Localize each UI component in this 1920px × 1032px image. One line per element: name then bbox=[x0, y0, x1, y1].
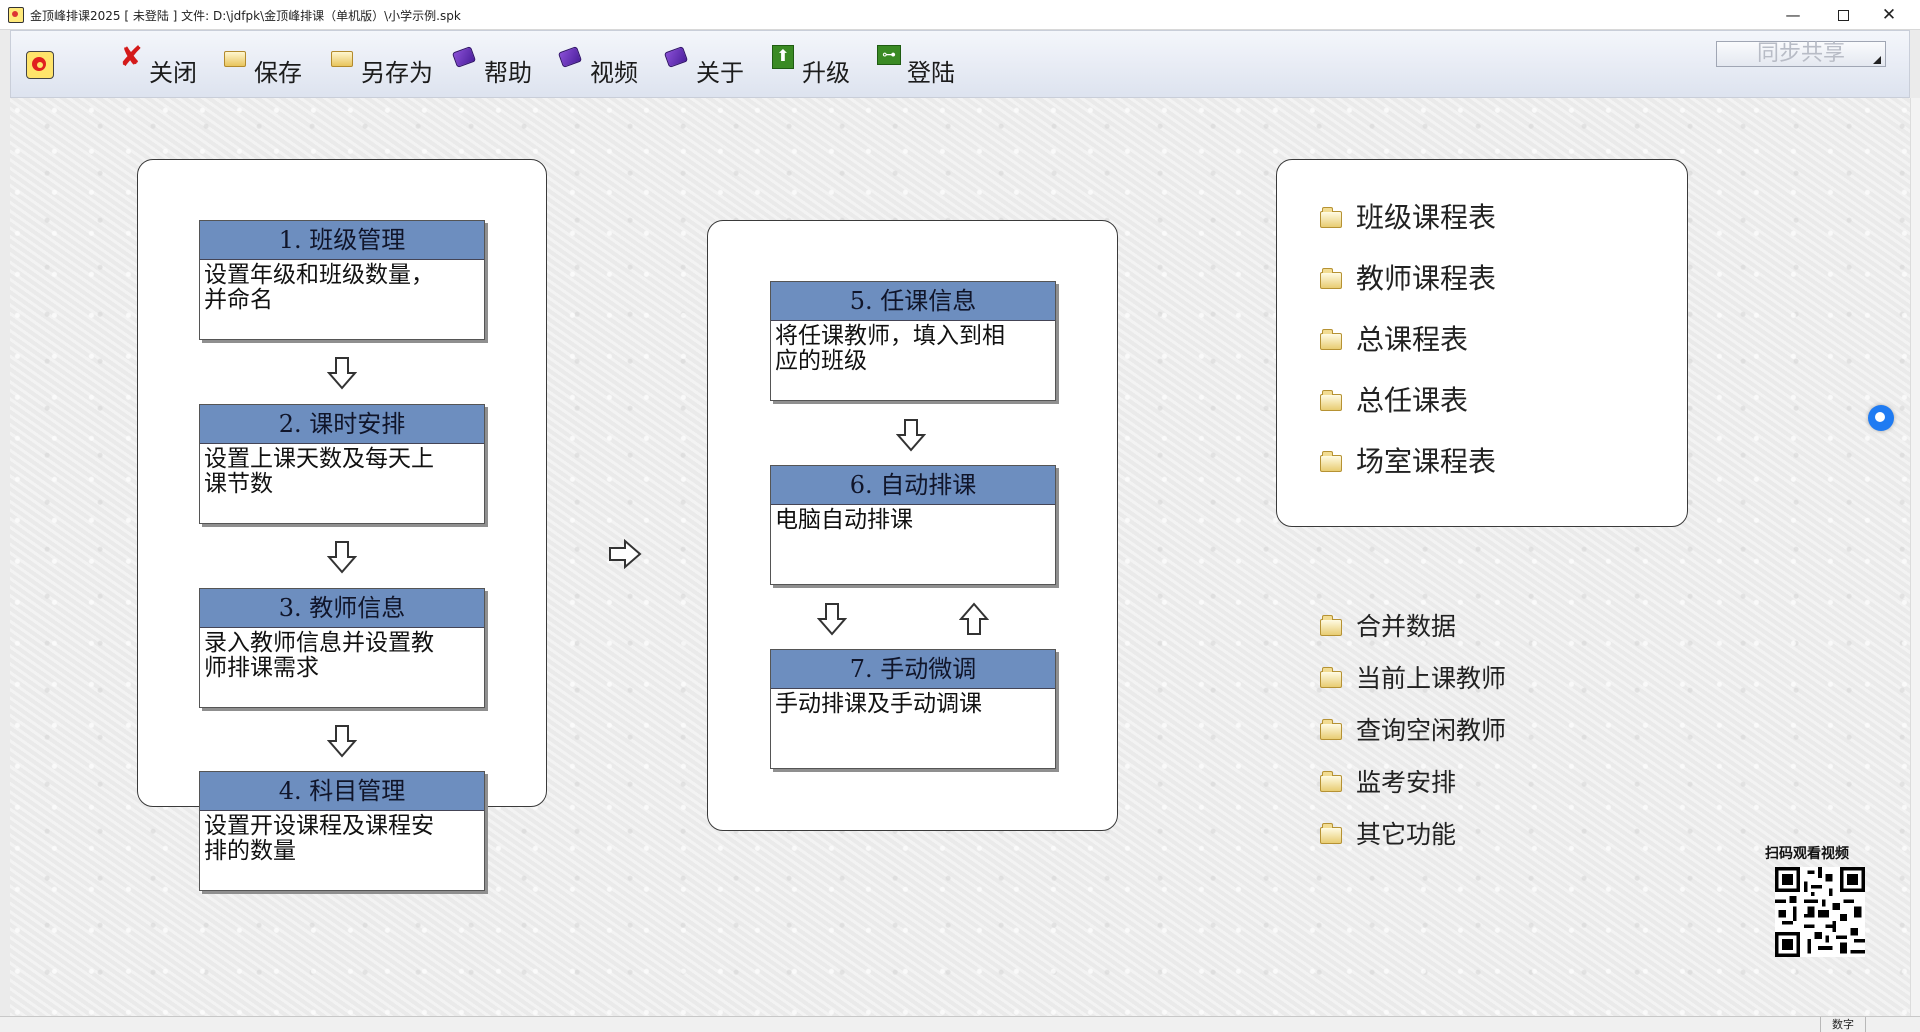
step-teacher-info[interactable]: 3. 教师信息 录入教师信息并设置教 师排课需求 bbox=[199, 588, 485, 708]
key-icon: ⊶ bbox=[877, 45, 901, 65]
save-button[interactable]: 保存 bbox=[224, 43, 314, 87]
minimize-button[interactable]: — bbox=[1770, 0, 1816, 30]
save-as-button[interactable]: 另存为 bbox=[331, 43, 441, 87]
login-label: 登陆 bbox=[907, 59, 955, 87]
tool-current-teacher[interactable]: 当前上课教师 bbox=[1320, 659, 1506, 695]
right-arrow-icon bbox=[609, 539, 642, 569]
help-button[interactable]: 帮助 bbox=[451, 43, 544, 87]
report-teacher-timetable[interactable]: 教师课程表 bbox=[1320, 257, 1496, 297]
step-title: 1. 班级管理 bbox=[200, 221, 484, 260]
about-label: 关于 bbox=[696, 59, 744, 87]
report-master-timetable[interactable]: 总课程表 bbox=[1320, 318, 1468, 358]
numlock-indicator: 数字 bbox=[1820, 1017, 1866, 1032]
qr-code-icon[interactable] bbox=[1775, 867, 1865, 957]
about-button[interactable]: 关于 bbox=[663, 43, 756, 87]
tool-other-functions[interactable]: 其它功能 bbox=[1320, 815, 1456, 851]
step-teaching-assignment[interactable]: 5. 任课信息 将任课教师，填入到相 应的班级 bbox=[770, 281, 1056, 401]
dropdown-arrow-icon bbox=[1873, 56, 1881, 64]
step-title: 4. 科目管理 bbox=[200, 772, 484, 811]
login-button[interactable]: ⊶ 登陆 bbox=[877, 43, 967, 87]
status-bar: 数字 bbox=[0, 1016, 1920, 1032]
down-arrow-icon bbox=[817, 603, 847, 636]
save-as-label: 另存为 bbox=[361, 59, 433, 87]
help-label: 帮助 bbox=[484, 59, 532, 87]
main-area: 1. 班级管理 设置年级和班级数量， 并命名 2. 课时安排 设置上课天数及每天上… bbox=[10, 98, 1910, 1016]
video-button[interactable]: 视频 bbox=[557, 43, 650, 87]
step-title: 2. 课时安排 bbox=[200, 405, 484, 444]
step-class-management[interactable]: 1. 班级管理 设置年级和班级数量， 并命名 bbox=[199, 220, 485, 340]
book-icon bbox=[663, 46, 689, 68]
close-icon: ✘ bbox=[119, 40, 143, 73]
down-arrow-icon bbox=[327, 725, 357, 758]
upgrade-button[interactable]: ⬆ 升级 bbox=[772, 43, 862, 87]
step-manual-adjust[interactable]: 7. 手动微调 手动排课及手动调课 bbox=[770, 649, 1056, 769]
folder-icon bbox=[1320, 771, 1342, 792]
assistant-float-button[interactable] bbox=[1868, 405, 1894, 431]
step-description: 将任课教师，填入到相 应的班级 bbox=[775, 323, 1005, 374]
up-arrow-icon bbox=[959, 602, 989, 635]
folder-icon bbox=[1320, 451, 1342, 472]
folder-icon bbox=[331, 51, 353, 67]
folder-icon bbox=[1320, 667, 1342, 688]
step-subject-management[interactable]: 4. 科目管理 设置开设课程及课程安 排的数量 bbox=[199, 771, 485, 891]
upgrade-icon: ⬆ bbox=[772, 45, 794, 69]
book-icon bbox=[557, 46, 583, 68]
step-title: 7. 手动微调 bbox=[771, 650, 1055, 689]
step-description: 设置年级和班级数量， 并命名 bbox=[204, 262, 434, 313]
maximize-button[interactable] bbox=[1820, 0, 1866, 30]
down-arrow-icon bbox=[327, 357, 357, 390]
sync-share-label: 同步共享 bbox=[1756, 41, 1845, 66]
window-title: 金顶峰排课2025 [ 未登陆 ] 文件: D:\jdfpk\金顶峰排课（单机版… bbox=[30, 9, 461, 23]
app-logo-icon bbox=[26, 51, 54, 79]
close-button[interactable]: ✘ 关闭 bbox=[119, 40, 209, 88]
qr-caption: 扫码观看视频 bbox=[1765, 846, 1849, 862]
report-room-timetable[interactable]: 场室课程表 bbox=[1320, 440, 1496, 480]
close-window-button[interactable]: ✕ bbox=[1866, 0, 1912, 30]
step-auto-scheduling[interactable]: 6. 自动排课 电脑自动排课 bbox=[770, 465, 1056, 585]
maximize-icon bbox=[1837, 10, 1849, 21]
folder-icon bbox=[1320, 329, 1342, 350]
down-arrow-icon bbox=[327, 541, 357, 574]
step-title: 5. 任课信息 bbox=[771, 282, 1055, 321]
step-description: 设置开设课程及课程安 排的数量 bbox=[204, 813, 434, 864]
folder-icon bbox=[1320, 268, 1342, 289]
video-label: 视频 bbox=[590, 59, 638, 87]
title-bar: 金顶峰排课2025 [ 未登陆 ] 文件: D:\jdfpk\金顶峰排课（单机版… bbox=[0, 0, 1920, 30]
sync-share-dropdown[interactable]: 同步共享 bbox=[1716, 41, 1886, 67]
step-description: 录入教师信息并设置教 师排课需求 bbox=[204, 630, 434, 681]
toolbar: ✘ 关闭 保存 另存为 帮助 视频 关于 ⬆ 升级 ⊶ 登陆 同步共享 bbox=[10, 30, 1910, 98]
book-icon bbox=[451, 46, 477, 68]
step-description: 手动排课及手动调课 bbox=[775, 691, 982, 717]
tool-exam-invigilation[interactable]: 监考安排 bbox=[1320, 763, 1456, 799]
step-description: 设置上课天数及每天上 课节数 bbox=[204, 446, 434, 497]
down-arrow-icon bbox=[896, 419, 926, 452]
vertical-scrollbar[interactable] bbox=[1910, 98, 1920, 1016]
folder-icon bbox=[1320, 615, 1342, 636]
folder-icon bbox=[1320, 390, 1342, 411]
step-description: 电脑自动排课 bbox=[775, 507, 913, 533]
tool-merge-data[interactable]: 合并数据 bbox=[1320, 607, 1456, 643]
tool-free-teacher[interactable]: 查询空闲教师 bbox=[1320, 711, 1506, 747]
folder-icon bbox=[1320, 207, 1342, 228]
step-title: 3. 教师信息 bbox=[200, 589, 484, 628]
app-icon bbox=[8, 7, 24, 23]
save-label: 保存 bbox=[254, 59, 302, 87]
report-assignment-table[interactable]: 总任课表 bbox=[1320, 379, 1468, 419]
folder-icon bbox=[1320, 823, 1342, 844]
upgrade-label: 升级 bbox=[802, 59, 850, 87]
step-title: 6. 自动排课 bbox=[771, 466, 1055, 505]
folder-icon bbox=[1320, 719, 1342, 740]
close-label: 关闭 bbox=[149, 59, 197, 87]
report-class-timetable[interactable]: 班级课程表 bbox=[1320, 196, 1496, 236]
folder-icon bbox=[224, 51, 246, 67]
step-lesson-schedule[interactable]: 2. 课时安排 设置上课天数及每天上 课节数 bbox=[199, 404, 485, 524]
